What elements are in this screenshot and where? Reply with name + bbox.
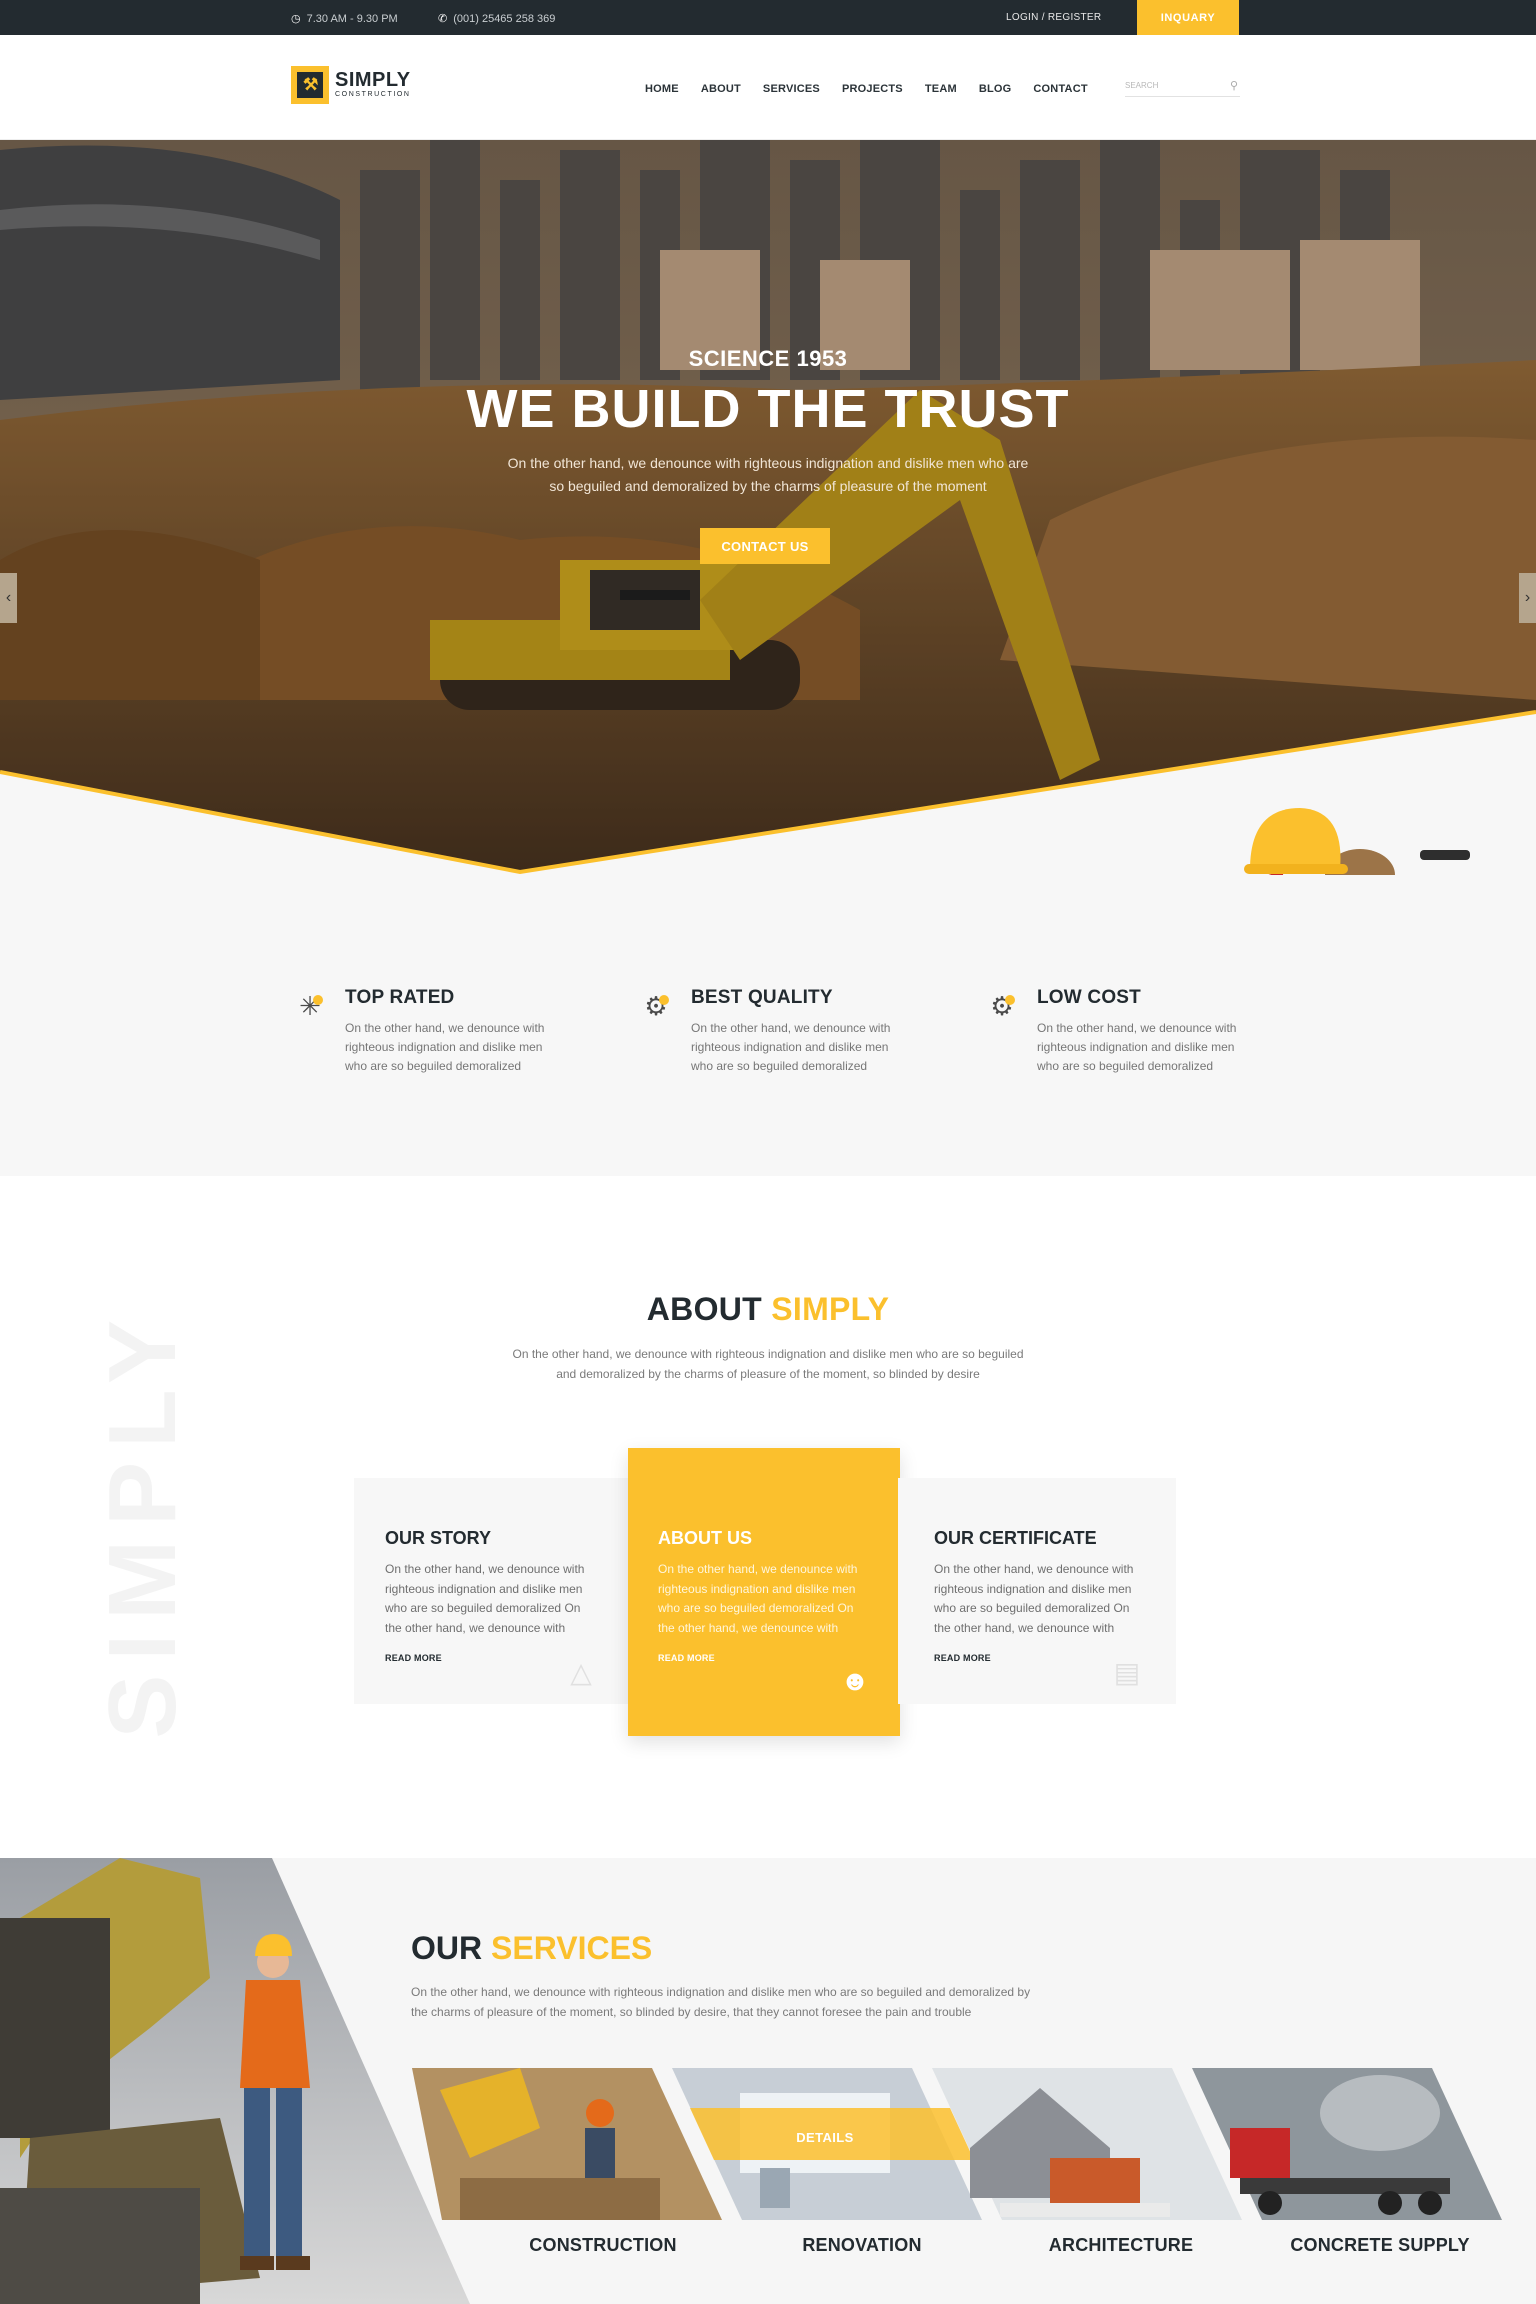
hero-desc-line-1: On the other hand, we denounce with righ… bbox=[507, 455, 1029, 471]
hero-subtitle: SCIENCE 1953 bbox=[688, 346, 848, 371]
login-register: LOGIN / REGISTER bbox=[1006, 12, 1101, 23]
clock-icon: ◷ bbox=[291, 13, 301, 25]
coin-gear-icon: ⚙ bbox=[990, 991, 1015, 1021]
prev-slide-chevron-left-icon[interactable]: ‹ bbox=[0, 573, 17, 623]
details-button[interactable]: DETAILS bbox=[755, 2130, 895, 2145]
card-our-certificate[interactable]: OUR CERTIFICATE On the other hand, we de… bbox=[898, 1478, 1176, 1704]
search-icon[interactable]: ⚲ bbox=[1230, 79, 1238, 92]
nav-contact[interactable]: CONTACT bbox=[1033, 83, 1087, 95]
blueprint-icon: △ bbox=[570, 1657, 592, 1688]
hours-info: ◷ 7.30 AM - 9.30 PM bbox=[291, 12, 398, 26]
about-intro-line-2: and demoralized by the charms of pleasur… bbox=[556, 1367, 980, 1381]
about-heading-a: ABOUT bbox=[646, 1291, 763, 1327]
feature-text: On the other hand, we denounce with righ… bbox=[1037, 1021, 1237, 1073]
card-title: OUR CERTIFICATE bbox=[934, 1528, 1097, 1548]
nav-services[interactable]: SERVICES bbox=[763, 83, 820, 95]
service-label-architecture[interactable]: ARCHITECTURE bbox=[1021, 2235, 1221, 2256]
feature-title: LOW COST bbox=[1037, 987, 1141, 1008]
feature-text: On the other hand, we denounce with righ… bbox=[345, 1021, 545, 1073]
phone-icon: ✆ bbox=[438, 13, 448, 25]
watermark-text: SIMPLY bbox=[89, 1306, 196, 1739]
feature-title: TOP RATED bbox=[345, 987, 455, 1008]
feature-title: BEST QUALITY bbox=[691, 987, 833, 1008]
services-section: OUR SERVICES On the other hand, we denou… bbox=[0, 1858, 1536, 2304]
excavator-logo-icon: ⚒ bbox=[291, 66, 329, 104]
about-heading: ABOUT SIMPLY bbox=[0, 1291, 1536, 1328]
phone-text: (001) 25465 258 369 bbox=[453, 12, 556, 25]
search-input[interactable]: SEARCH ⚲ bbox=[1125, 77, 1240, 97]
hours-text: 7.30 AM - 9.30 PM bbox=[306, 12, 398, 25]
login-link[interactable]: LOGIN bbox=[1006, 12, 1039, 23]
about-heading-b: SIMPLY bbox=[771, 1291, 890, 1327]
card-about-us[interactable]: ABOUT US On the other hand, we denounce … bbox=[628, 1448, 900, 1736]
hero-desc-line-2: so beguiled and demoralized by the charm… bbox=[549, 478, 987, 494]
contact-us-button[interactable]: CONTACT US bbox=[700, 528, 830, 564]
hero-background bbox=[0, 140, 1536, 875]
register-link[interactable]: REGISTER bbox=[1048, 12, 1102, 23]
star-badge-icon: ✳ bbox=[291, 987, 329, 1025]
about-section: SIMPLY ABOUT SIMPLY On the other hand, w… bbox=[0, 1176, 1536, 1858]
feature-text: On the other hand, we denounce with righ… bbox=[691, 1021, 891, 1073]
header: ⚒ SIMPLY CONSTRUCTION HOME ABOUT SERVICE… bbox=[0, 35, 1536, 140]
service-label-construction[interactable]: CONSTRUCTION bbox=[503, 2235, 703, 2256]
hero-title: WE BUILD THE TRUST bbox=[466, 379, 1070, 439]
about-intro: On the other hand, we denounce with righ… bbox=[480, 1344, 1056, 1384]
logo-subtitle: CONSTRUCTION bbox=[335, 91, 411, 98]
hero-description: On the other hand, we denounce with righ… bbox=[468, 452, 1068, 498]
gear-hand-icon: ⚙ bbox=[644, 991, 669, 1021]
nav-blog[interactable]: BLOG bbox=[979, 83, 1012, 95]
worker-helmet-icon: ☻ bbox=[840, 1665, 870, 1696]
card-text: On the other hand, we denounce with righ… bbox=[385, 1562, 585, 1635]
card-title: OUR STORY bbox=[385, 1528, 492, 1548]
logo[interactable]: ⚒ SIMPLY CONSTRUCTION bbox=[291, 66, 411, 104]
service-tile-concrete-supply[interactable] bbox=[1192, 2068, 1502, 2220]
inquiry-button[interactable]: INQUARY bbox=[1137, 0, 1239, 35]
next-slide-chevron-right-icon[interactable]: › bbox=[1519, 573, 1536, 623]
card-text: On the other hand, we denounce with righ… bbox=[658, 1562, 858, 1635]
logo-title: SIMPLY bbox=[335, 69, 411, 91]
card-our-story[interactable]: OUR STORY On the other hand, we denounce… bbox=[354, 1478, 630, 1704]
top-bar: ◷ 7.30 AM - 9.30 PM ✆ (001) 25465 258 36… bbox=[0, 0, 1536, 35]
service-tile-architecture[interactable] bbox=[932, 2068, 1242, 2220]
card-title: ABOUT US bbox=[658, 1528, 752, 1548]
nav-home[interactable]: HOME bbox=[645, 83, 679, 95]
about-intro-line-1: On the other hand, we denounce with righ… bbox=[512, 1347, 1024, 1361]
read-more-link[interactable]: READ MORE bbox=[934, 1653, 991, 1663]
nav-projects[interactable]: PROJECTS bbox=[842, 83, 903, 95]
search-placeholder: SEARCH bbox=[1125, 81, 1159, 90]
main-nav: HOME ABOUT SERVICES PROJECTS TEAM BLOG C… bbox=[645, 83, 1110, 95]
features-section: ✳ TOP RATED On the other hand, we denoun… bbox=[0, 875, 1536, 1176]
phone-info: ✆ (001) 25465 258 369 bbox=[438, 12, 556, 26]
service-label-renovation[interactable]: RENOVATION bbox=[762, 2235, 962, 2256]
card-text: On the other hand, we denounce with righ… bbox=[934, 1562, 1134, 1635]
nav-about[interactable]: ABOUT bbox=[701, 83, 741, 95]
service-label-concrete-supply[interactable]: CONCRETE SUPPLY bbox=[1280, 2235, 1480, 2256]
read-more-link[interactable]: READ MORE bbox=[658, 1653, 715, 1663]
read-more-link[interactable]: READ MORE bbox=[385, 1653, 442, 1663]
nav-team[interactable]: TEAM bbox=[925, 83, 957, 95]
page: ◷ 7.30 AM - 9.30 PM ✆ (001) 25465 258 36… bbox=[0, 0, 1536, 2304]
hero-slider: SCIENCE 1953 WE BUILD THE TRUST On the o… bbox=[0, 140, 1536, 875]
certificate-icon: ▤ bbox=[1113, 1657, 1141, 1688]
service-tile-construction[interactable] bbox=[412, 2068, 722, 2220]
